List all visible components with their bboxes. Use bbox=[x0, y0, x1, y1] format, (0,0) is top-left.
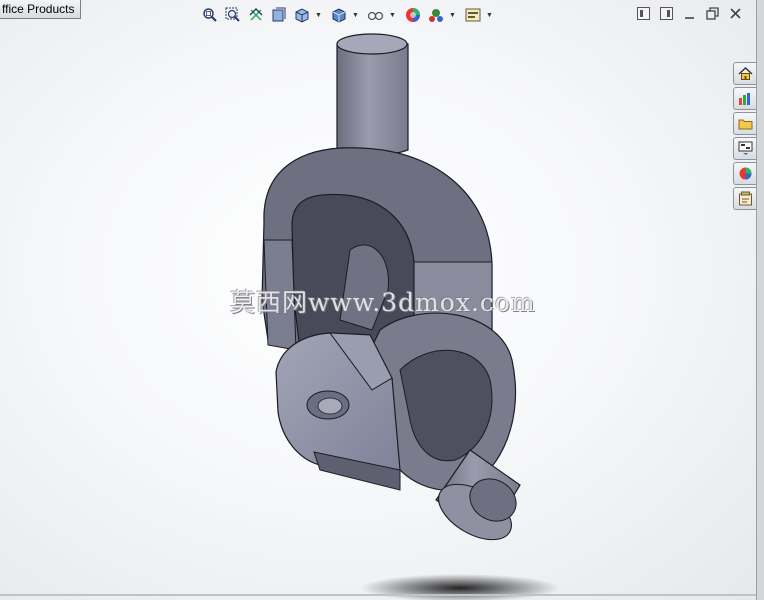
restore-icon[interactable] bbox=[705, 6, 720, 21]
view-orientation-dropdown[interactable]: ▼ bbox=[315, 5, 322, 25]
task-pane-edge bbox=[756, 0, 764, 600]
window-controls bbox=[636, 6, 743, 21]
close-icon[interactable] bbox=[728, 6, 743, 21]
tile-vertical-icon[interactable] bbox=[659, 6, 674, 21]
window-tab-title[interactable]: ffice Products bbox=[0, 0, 82, 19]
side-plate bbox=[275, 332, 401, 491]
view-settings-icon[interactable] bbox=[463, 5, 483, 25]
top-shaft bbox=[336, 33, 409, 157]
view-settings-dropdown[interactable]: ▼ bbox=[486, 5, 493, 25]
viewport-bottom-border bbox=[0, 594, 756, 596]
custom-properties-icon[interactable] bbox=[733, 187, 756, 210]
hide-show-dropdown[interactable]: ▼ bbox=[389, 5, 396, 25]
watermark-text: 莫西网www.3dmox.com bbox=[230, 288, 536, 317]
view-palette-icon[interactable] bbox=[733, 137, 756, 160]
file-explorer-icon[interactable] bbox=[733, 112, 756, 135]
zoom-to-area-icon[interactable] bbox=[223, 5, 243, 25]
previous-view-icon[interactable] bbox=[246, 5, 266, 25]
apply-scene-dropdown[interactable]: ▼ bbox=[449, 5, 456, 25]
hide-show-items-icon[interactable] bbox=[366, 5, 386, 25]
view-toolbar: ▼ ▼ ▼ ▼ ▼ bbox=[200, 5, 497, 25]
tile-horizontal-icon[interactable] bbox=[636, 6, 651, 21]
design-library-icon[interactable] bbox=[733, 87, 756, 110]
home-icon[interactable] bbox=[733, 62, 756, 85]
view-orientation-icon[interactable] bbox=[292, 5, 312, 25]
ground-shadow bbox=[360, 574, 560, 600]
task-pane-tabs bbox=[733, 62, 757, 210]
display-style-icon[interactable] bbox=[329, 5, 349, 25]
graphics-area[interactable]: ffice Products ▼ ▼ ▼ ▼ ▼ 莫西网www.3dmox.co… bbox=[0, 0, 756, 600]
apply-scene-icon[interactable] bbox=[426, 5, 446, 25]
appearances-icon[interactable] bbox=[733, 162, 756, 185]
section-view-icon[interactable] bbox=[269, 5, 289, 25]
minimize-icon[interactable] bbox=[682, 6, 697, 21]
edit-appearance-icon[interactable] bbox=[403, 5, 423, 25]
display-style-dropdown[interactable]: ▼ bbox=[352, 5, 359, 25]
zoom-to-fit-icon[interactable] bbox=[200, 5, 220, 25]
